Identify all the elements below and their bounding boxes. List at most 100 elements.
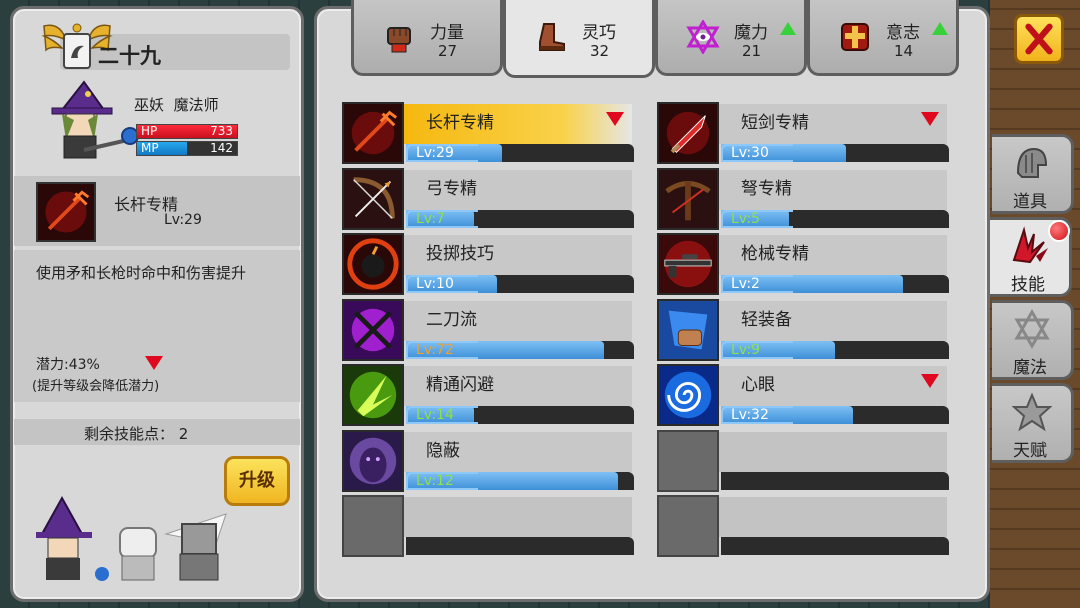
- skill-slot-empty[interactable]: [657, 429, 949, 492]
- skill-level: Lv:29: [416, 145, 454, 161]
- tab-fist[interactable]: 力量 27: [351, 0, 503, 76]
- stat-up-arrow-icon: [932, 22, 948, 35]
- skill-item[interactable]: 短剑专精 Lv:30: [657, 102, 949, 164]
- skill-item[interactable]: 轻装备 Lv:9: [657, 298, 949, 361]
- skill-name: 精通闪避: [426, 375, 494, 395]
- skill-name: 弓专精: [426, 178, 477, 199]
- skill-level-bar: Lv:10: [406, 275, 634, 293]
- bomb-icon: [342, 233, 404, 295]
- tab-cross-shield[interactable]: 意志 14: [807, 0, 959, 76]
- wizard-character-sprite: [51, 80, 139, 159]
- skill-level: Lv:12: [416, 472, 454, 489]
- skill-item[interactable]: 长杆专精 Lv:29: [342, 102, 634, 164]
- short-sword-icon: [657, 102, 719, 164]
- class-label: 魔法师: [173, 96, 219, 114]
- notification-dot: [1048, 220, 1070, 242]
- mp-bar: MP 142: [136, 141, 238, 156]
- side-tab-helmet[interactable]: 道具: [992, 134, 1074, 214]
- trident-icon: [342, 102, 404, 164]
- skill-item[interactable]: 心眼 Lv:32: [657, 364, 949, 426]
- star-icon: [1011, 392, 1053, 432]
- mind-eye-icon: [657, 364, 719, 426]
- tab-boot[interactable]: 灵巧 32: [503, 0, 655, 78]
- cross-shield-icon: [838, 20, 872, 54]
- dodge-icon: [342, 364, 404, 426]
- remaining-skill-points: 剩余技能点： 2: [84, 425, 189, 443]
- close-button[interactable]: [1014, 14, 1064, 64]
- magic-eye-icon: [686, 19, 720, 55]
- stat-name: 灵巧: [582, 23, 616, 43]
- down-arrow-icon: [921, 112, 939, 126]
- hp-bar: HP 733: [136, 124, 238, 139]
- rifle-icon: [657, 233, 719, 295]
- skill-level-bar: Lv:32: [721, 406, 949, 424]
- skill-level-bar: Lv:5: [721, 209, 949, 228]
- stat-value: 32: [590, 42, 610, 60]
- stat-value: 27: [438, 42, 458, 60]
- skill-level-bar: Lv:9: [721, 340, 949, 359]
- stat-up-arrow-icon: [780, 22, 796, 35]
- empty-slot: [657, 495, 719, 557]
- skill-level: Lv:5: [731, 210, 760, 227]
- skill-item[interactable]: 枪械专精 Lv:2: [657, 233, 949, 295]
- skill-name: 长杆专精: [426, 113, 494, 133]
- skill-level-bar: [406, 537, 634, 555]
- stat-name: 力量: [430, 23, 464, 43]
- crossbow-icon: [657, 167, 719, 230]
- hexagram-icon: [1012, 308, 1052, 350]
- skill-level: Lv:32: [731, 407, 769, 423]
- skill-level: Lv:30: [731, 145, 769, 161]
- tab-magic-eye[interactable]: 魔力 21: [655, 0, 807, 76]
- skill-level-bar: Lv:14: [406, 406, 634, 424]
- skill-wings-icon: [1010, 226, 1050, 266]
- mp-value: 142: [210, 141, 233, 155]
- skill-level: Lv:2: [731, 276, 760, 292]
- skill-level-bar: [721, 471, 949, 490]
- skill-name-bar: [719, 431, 947, 472]
- skill-level: Lv:9: [731, 341, 760, 358]
- skill-level-bar: Lv:30: [721, 144, 949, 162]
- bow-icon: [342, 167, 404, 230]
- close-icon: [1025, 23, 1053, 55]
- skill-name-bar: [719, 497, 947, 537]
- boot-icon: [534, 20, 568, 54]
- mp-label: MP: [141, 141, 159, 155]
- dual-blades-icon: [342, 298, 404, 361]
- skill-item[interactable]: 弩专精 Lv:5: [657, 167, 949, 230]
- skill-level-bar: [721, 537, 949, 555]
- skill-item[interactable]: 弓专精 Lv:7: [342, 167, 634, 230]
- stealth-icon: [342, 429, 404, 492]
- skill-slot-empty[interactable]: [342, 495, 634, 557]
- fist-icon: [382, 20, 416, 54]
- skill-item[interactable]: 精通闪避 Lv:14: [342, 364, 634, 426]
- skill-name: 枪械专精: [741, 244, 809, 264]
- light-armor-icon: [657, 298, 719, 361]
- stat-name: 魔力: [734, 23, 768, 43]
- potential-down-arrow-icon: [145, 356, 163, 370]
- skill-item[interactable]: 隐蔽 Lv:12: [342, 429, 634, 492]
- side-tab-star[interactable]: 天赋: [992, 383, 1074, 463]
- empty-slot: [657, 429, 719, 492]
- hp-value: 733: [210, 124, 233, 138]
- helmet-icon: [1012, 143, 1052, 183]
- skill-level: Lv:10: [416, 276, 454, 292]
- skill-item[interactable]: 投掷技巧 Lv:10: [342, 233, 634, 295]
- side-tab-hexagram[interactable]: 魔法: [992, 300, 1074, 380]
- skill-name: 投掷技巧: [426, 244, 494, 264]
- stat-value: 21: [742, 42, 762, 60]
- skill-level-bar: Lv:12: [406, 471, 634, 490]
- skill-name-bar: [404, 497, 632, 537]
- side-tab-label: 道具: [1013, 192, 1047, 212]
- skill-level-bar: Lv:2: [721, 275, 949, 293]
- stat-name: 意志: [886, 23, 920, 43]
- potential-note: (提升等级会降低潜力): [32, 379, 160, 394]
- skill-level: Lv:72: [416, 341, 454, 358]
- race-label: 巫妖: [134, 96, 165, 114]
- skill-name: 轻装备: [741, 309, 792, 330]
- skill-slot-empty[interactable]: [657, 495, 949, 557]
- down-arrow-icon: [921, 374, 939, 388]
- skill-item[interactable]: 二刀流 Lv:72: [342, 298, 634, 361]
- skill-name: 短剑专精: [741, 113, 809, 133]
- skill-name: 心眼: [741, 375, 775, 395]
- hp-label: HP: [141, 124, 158, 138]
